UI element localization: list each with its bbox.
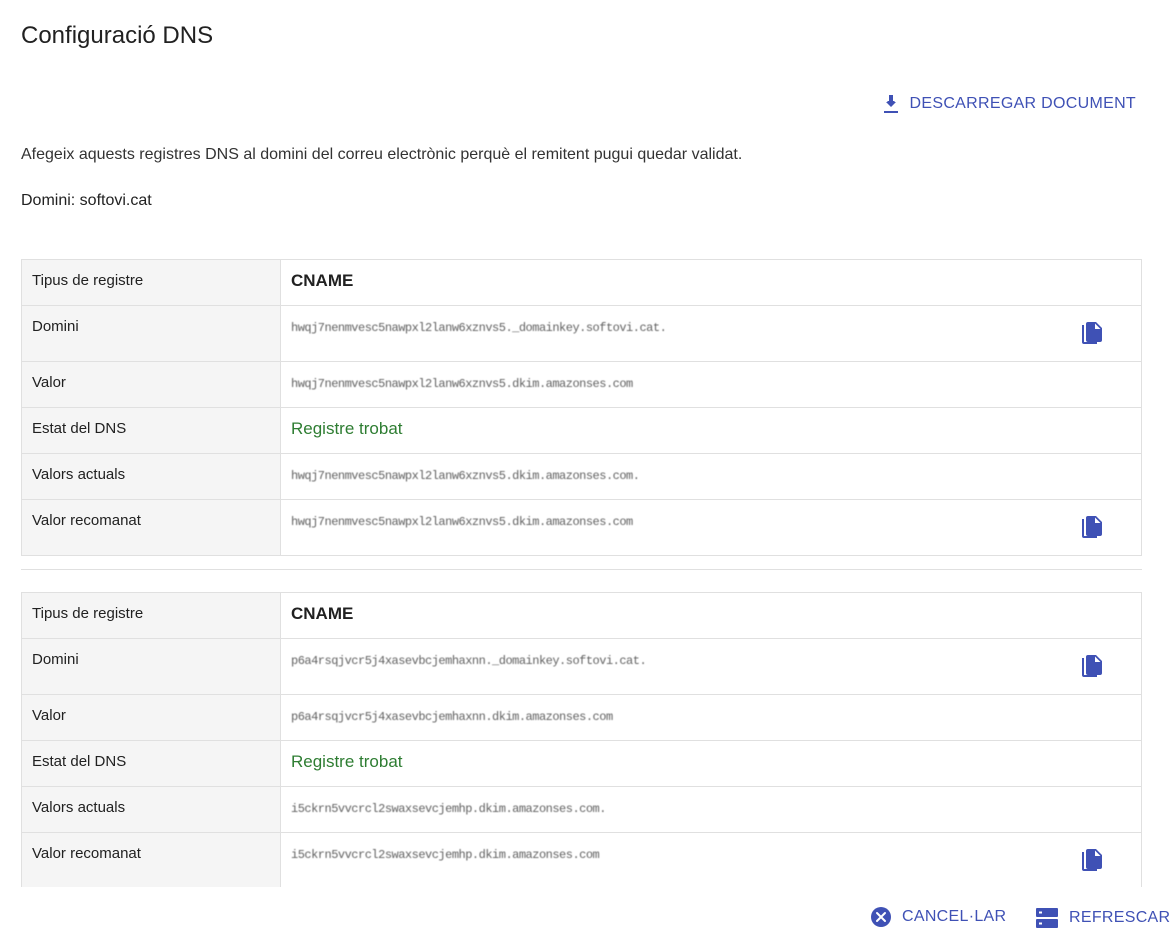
page-title: Configuració DNS xyxy=(21,22,214,49)
record-domain-label: Domini xyxy=(21,638,281,695)
record-type-label: Tipus de registre xyxy=(21,592,281,639)
records-scroll-area[interactable]: Tipus de registre CNAME Domini hwqj7nenm… xyxy=(0,259,1172,887)
record-status-value: Registre trobat xyxy=(280,740,1142,787)
record-value-value: hwqj7nenmvesc5nawpxl2lanw6xznvs5.dkim.am… xyxy=(291,377,633,391)
refresh-label: REFRESCAR xyxy=(1069,909,1171,926)
table-row: Valor recomanat i5ckrn5vvcrcl2swaxsevcje… xyxy=(21,832,1142,887)
record-domain-value: p6a4rsqjvcr5j4xasevbcjemhaxnn._domainkey… xyxy=(291,654,647,668)
table-row: Estat del DNS Registre trobat xyxy=(21,407,1142,454)
record-status-value: Registre trobat xyxy=(280,407,1142,454)
cancel-label: CANCEL·LAR xyxy=(902,908,1007,925)
record-type-label: Tipus de registre xyxy=(21,259,281,306)
domain-line: Domini: softovi.cat xyxy=(21,192,152,209)
dns-record-table: Tipus de registre CNAME Domini p6a4rsqjv… xyxy=(21,592,1142,887)
record-status-label: Estat del DNS xyxy=(21,740,281,787)
cancel-icon xyxy=(871,907,891,927)
record-divider xyxy=(21,569,1142,570)
refresh-button[interactable]: REFRESCAR xyxy=(1035,906,1170,930)
table-row: Valor recomanat hwqj7nenmvesc5nawpxl2lan… xyxy=(21,499,1142,556)
table-row: Domini hwqj7nenmvesc5nawpxl2lanw6xznvs5.… xyxy=(21,305,1142,362)
table-row: Valor p6a4rsqjvcr5j4xasevbcjemhaxnn.dkim… xyxy=(21,694,1142,741)
record-current-label: Valors actuals xyxy=(21,786,281,833)
table-row: Tipus de registre CNAME xyxy=(21,592,1142,639)
record-type-value: CNAME xyxy=(280,592,1142,639)
record-current-value: hwqj7nenmvesc5nawpxl2lanw6xznvs5.dkim.am… xyxy=(291,469,640,483)
record-value-label: Valor xyxy=(21,694,281,741)
record-current-value: i5ckrn5vvcrcl2swaxsevcjemhp.dkim.amazons… xyxy=(291,802,606,816)
dns-config-dialog: Configuració DNS DESCARREGAR DOCUMENT Af… xyxy=(0,0,1172,947)
record-recommended-label: Valor recomanat xyxy=(21,832,281,887)
record-current-label: Valors actuals xyxy=(21,453,281,500)
copy-icon[interactable] xyxy=(1079,321,1103,347)
record-domain-cell: hwqj7nenmvesc5nawpxl2lanw6xznvs5._domain… xyxy=(280,305,1142,362)
record-current-cell: hwqj7nenmvesc5nawpxl2lanw6xznvs5.dkim.am… xyxy=(280,453,1142,500)
record-status-label: Estat del DNS xyxy=(21,407,281,454)
record-recommended-value: i5ckrn5vvcrcl2swaxsevcjemhp.dkim.amazons… xyxy=(291,848,600,862)
download-icon xyxy=(883,95,898,113)
download-document-button[interactable]: DESCARREGAR DOCUMENT xyxy=(882,94,1136,114)
record-recommended-value: hwqj7nenmvesc5nawpxl2lanw6xznvs5.dkim.am… xyxy=(291,515,633,529)
dns-server-icon xyxy=(1036,908,1058,928)
record-value-label: Valor xyxy=(21,361,281,408)
table-row: Valor hwqj7nenmvesc5nawpxl2lanw6xznvs5.d… xyxy=(21,361,1142,408)
copy-icon[interactable] xyxy=(1079,848,1103,874)
record-value-value: p6a4rsqjvcr5j4xasevbcjemhaxnn.dkim.amazo… xyxy=(291,710,613,724)
table-row: Estat del DNS Registre trobat xyxy=(21,740,1142,787)
record-value-cell: hwqj7nenmvesc5nawpxl2lanw6xznvs5.dkim.am… xyxy=(280,361,1142,408)
table-row: Tipus de registre CNAME xyxy=(21,259,1142,306)
record-domain-label: Domini xyxy=(21,305,281,362)
download-document-label: DESCARREGAR DOCUMENT xyxy=(909,95,1136,112)
dialog-footer: CANCEL·LAR REFRESCAR xyxy=(0,887,1172,947)
copy-icon[interactable] xyxy=(1079,515,1103,541)
record-domain-cell: p6a4rsqjvcr5j4xasevbcjemhaxnn._domainkey… xyxy=(280,638,1142,695)
dns-record-table: Tipus de registre CNAME Domini hwqj7nenm… xyxy=(21,259,1142,556)
record-recommended-label: Valor recomanat xyxy=(21,499,281,556)
record-current-cell: i5ckrn5vvcrcl2swaxsevcjemhp.dkim.amazons… xyxy=(280,786,1142,833)
copy-icon[interactable] xyxy=(1079,654,1103,680)
table-row: Valors actuals hwqj7nenmvesc5nawpxl2lanw… xyxy=(21,453,1142,500)
record-recommended-cell: i5ckrn5vvcrcl2swaxsevcjemhp.dkim.amazons… xyxy=(280,832,1142,887)
record-value-cell: p6a4rsqjvcr5j4xasevbcjemhaxnn.dkim.amazo… xyxy=(280,694,1142,741)
cancel-button[interactable]: CANCEL·LAR xyxy=(870,906,1006,928)
table-row: Domini p6a4rsqjvcr5j4xasevbcjemhaxnn._do… xyxy=(21,638,1142,695)
record-type-value: CNAME xyxy=(280,259,1142,306)
table-row: Valors actuals i5ckrn5vvcrcl2swaxsevcjem… xyxy=(21,786,1142,833)
intro-text: Afegeix aquests registres DNS al domini … xyxy=(21,146,743,163)
record-domain-value: hwqj7nenmvesc5nawpxl2lanw6xznvs5._domain… xyxy=(291,321,667,335)
record-recommended-cell: hwqj7nenmvesc5nawpxl2lanw6xznvs5.dkim.am… xyxy=(280,499,1142,556)
